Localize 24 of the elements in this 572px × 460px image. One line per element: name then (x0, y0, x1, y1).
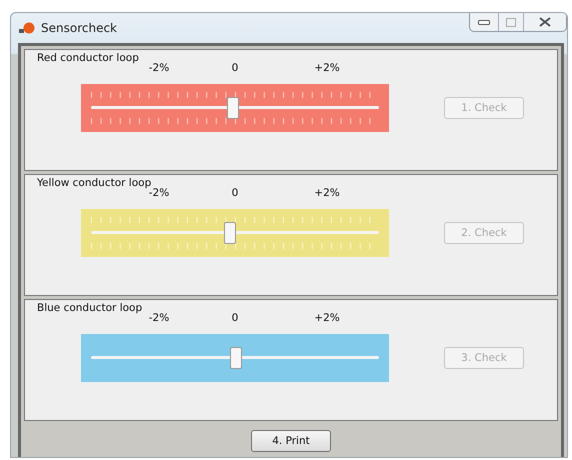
group-title: Red conductor loop (37, 52, 140, 65)
window-title: Sensorcheck (41, 21, 118, 35)
scale-label: +2% (314, 312, 340, 324)
minimize-icon (478, 20, 490, 24)
slider[interactable] (81, 84, 389, 132)
slider[interactable] (81, 209, 389, 257)
scale-label: -2% (148, 187, 170, 199)
maximize-icon (506, 18, 516, 26)
slider[interactable] (81, 334, 389, 382)
group-title: Yellow conductor loop (37, 177, 152, 189)
scale-label: 0 (232, 187, 238, 199)
close-icon (539, 17, 551, 27)
print-button[interactable]: 4. Print (251, 430, 331, 452)
slider-thumb[interactable] (227, 97, 240, 119)
scale-label: -2% (148, 62, 170, 74)
scale-label: 0 (232, 62, 238, 74)
slider-thumb[interactable] (224, 222, 236, 244)
group-title: Blue conductor loop (37, 302, 144, 315)
app-logo-icon (19, 22, 35, 34)
scale-label: -2% (148, 312, 170, 324)
slider-thumb[interactable] (230, 347, 242, 369)
scale-label: +2% (314, 187, 340, 199)
scale-label: +2% (314, 62, 340, 74)
scale-label: 0 (232, 312, 238, 324)
